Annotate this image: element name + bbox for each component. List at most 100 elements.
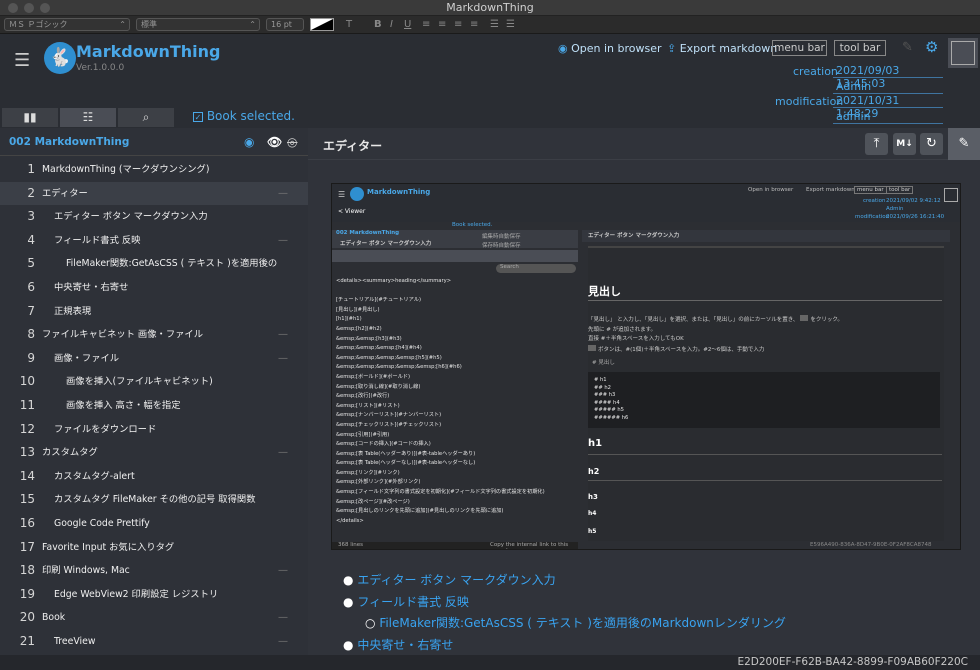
list-item[interactable]: ● エディター ボタン マークダウン入力 xyxy=(343,571,556,588)
tree-item[interactable]: 10 画像を挿入(ファイルキャビネット) xyxy=(0,370,308,394)
align-center-icon[interactable]: ≡ xyxy=(438,18,446,31)
bullet-icon: ● xyxy=(343,595,354,609)
tree-item[interactable]: 19 Edge WebView2 印刷設定 レジストリ xyxy=(0,583,308,607)
style-select[interactable]: 標準 ⌃ xyxy=(136,18,260,31)
tree-item[interactable]: 3 エディター ボタン マークダウン入力 xyxy=(0,205,308,229)
text-color-icon[interactable]: T xyxy=(346,18,352,31)
tree-item[interactable]: 4 フィールド書式 反映 — xyxy=(0,229,308,253)
code-line: &emsp;[チェックリスト](#チェックリスト) xyxy=(336,421,442,428)
collapse-icon[interactable]: — xyxy=(278,229,288,253)
window-title: MarkdownThing xyxy=(446,1,534,14)
minimize-window-icon[interactable] xyxy=(24,3,34,13)
close-window-icon[interactable] xyxy=(8,3,18,13)
panel-icon xyxy=(944,188,958,202)
tree-item-number: 11 xyxy=(19,398,35,412)
tree-item[interactable]: 12 ファイルをダウンロード xyxy=(0,418,308,442)
tree-item-number: 6 xyxy=(27,280,35,294)
inner-h3: h3 xyxy=(588,493,598,501)
tree-item[interactable]: 14 カスタムタグ-alert xyxy=(0,465,308,489)
align-left-icon[interactable]: ≡ xyxy=(422,18,430,31)
export-markdown-button[interactable]: ⇪ Export markdown xyxy=(667,42,777,55)
code-line: &emsp;[コードの挿入](#コードの挿入) xyxy=(336,441,431,448)
markdown-button[interactable]: M↓ xyxy=(893,133,916,155)
tree-item-number: 7 xyxy=(27,303,35,318)
tool-bar-button[interactable]: tool bar xyxy=(834,40,886,56)
inner-para-1a: 「見出し」 と入力し、「見出し」を選択、または、「見出し」の前にカーソルを置き、 xyxy=(588,317,799,323)
collapse-icon[interactable]: — xyxy=(278,559,288,583)
tab-books[interactable]: ▮▮ xyxy=(2,108,58,127)
circle-bullet-icon: ○ xyxy=(365,616,376,630)
collapse-icon[interactable]: — xyxy=(278,606,288,630)
list-item[interactable]: ○ FileMaker関数:GetAsCSS ( テキスト )を適用後のMark… xyxy=(365,614,786,631)
bullet-icon: ● xyxy=(343,638,354,652)
format-bar: ＭＳ Ｐゴシック ⌃ 標準 ⌃ 16 pt T B I U ≡ ≡ ≡ ≡ ☰ ☰ xyxy=(0,16,980,34)
collapse-icon[interactable]: — xyxy=(278,441,288,465)
font-select[interactable]: ＭＳ Ｐゴシック ⌃ xyxy=(4,18,130,31)
tree-item[interactable]: 15 カスタムタグ FileMaker その他の記号 取得関数 xyxy=(0,488,308,512)
collapse-icon[interactable]: — xyxy=(278,630,288,654)
modification-user: admin xyxy=(833,110,943,124)
tree-item-label: 印刷 Windows, Mac xyxy=(42,565,130,577)
tree-item[interactable]: 5 FileMaker関数:GetAsCSS ( テキスト )を適用後の xyxy=(0,252,308,276)
list-item-label: フィールド書式 反映 xyxy=(357,595,469,609)
app-name: MarkdownThing xyxy=(76,42,221,61)
tree-item[interactable]: 2 エディター — xyxy=(0,181,308,206)
inner-book-selected: Book selected. xyxy=(452,222,493,228)
tab-outline[interactable]: ☷ xyxy=(60,108,116,127)
inner-preview: 見出し 「見出し」 と入力し、「見出し」を選択、または、「見出し」の前にカーソル… xyxy=(588,246,944,541)
tree-item-label: カスタムタグ xyxy=(42,447,98,459)
collapse-icon[interactable]: — xyxy=(278,347,288,371)
tab-search[interactable]: ⌕ xyxy=(118,108,174,127)
inner-mod-date: 2021/09/26 16:21:40 xyxy=(886,214,945,220)
underline-button[interactable]: U xyxy=(404,18,411,31)
collapse-icon[interactable]: — xyxy=(278,182,288,206)
bold-button[interactable]: B xyxy=(374,18,382,31)
book-selected-checkbox[interactable]: ✓ Book selected. xyxy=(193,109,295,123)
hamburger-menu-icon: ☰ xyxy=(338,190,346,199)
inner-uuid: E596A490-836A-8D47-9B0E-0F2AF8CA8748 xyxy=(810,542,932,548)
color-swatch[interactable] xyxy=(310,18,334,31)
hamburger-menu-icon[interactable]: ☰ xyxy=(14,50,30,71)
tree-item[interactable]: 18 印刷 Windows, Mac — xyxy=(0,559,308,583)
open-in-browser-button[interactable]: ◉ Open in browser xyxy=(558,42,662,55)
tree-item[interactable]: 16 Google Code Prettify xyxy=(0,512,308,536)
code-line: &emsp;[表 Table(ヘッダーなし)](#表-tableヘッダーなし) xyxy=(336,460,476,467)
indent-icon[interactable]: ☰ xyxy=(506,18,515,31)
inner-option-1: 編集時自動保存 xyxy=(482,234,521,240)
align-justify-icon[interactable]: ≡ xyxy=(470,18,478,31)
edit-button[interactable]: ✎ xyxy=(948,128,980,160)
align-right-icon[interactable]: ≡ xyxy=(454,18,462,31)
pen-icon[interactable]: ✎ xyxy=(902,40,913,55)
list-item[interactable]: ● フィールド書式 反映 xyxy=(343,593,469,610)
code-block-line: ##### h5 xyxy=(594,407,624,413)
zoom-window-icon[interactable] xyxy=(40,3,50,13)
scroll-top-button[interactable]: ⤒ xyxy=(865,133,888,155)
list-item[interactable]: ● 中央寄せ・右寄せ xyxy=(343,636,453,653)
tree-item[interactable]: 17 Favorite Input お気に入りタグ xyxy=(0,536,308,560)
tree-item[interactable]: 20 Book — xyxy=(0,606,308,630)
tree-item[interactable]: 7 正規表現 xyxy=(0,300,308,324)
tree-item[interactable]: 21 TreeView — xyxy=(0,630,308,654)
menu-bar-button[interactable]: menu bar xyxy=(772,40,827,56)
inner-para-4-text: ボタンは、#(1個)＋半角スペースを入力。#2〜6個は、手動で入力 xyxy=(598,347,765,353)
tree-item[interactable]: 13 カスタムタグ — xyxy=(0,441,308,465)
tree-item[interactable]: 11 画像を挿入 高さ・幅を指定 xyxy=(0,394,308,418)
status-bar: E2D200EF-F62B-BA42-8899-F09AB60F220C xyxy=(0,655,980,670)
list-item-label: エディター ボタン マークダウン入力 xyxy=(357,573,556,587)
tree-item[interactable]: 6 中央寄せ・右寄せ xyxy=(0,276,308,300)
size-select[interactable]: 16 pt xyxy=(266,18,304,31)
italic-button[interactable]: I xyxy=(390,18,393,31)
tree-item[interactable]: 9 画像・ファイル — xyxy=(0,347,308,371)
open-in-browser-label: Open in browser xyxy=(571,42,662,55)
side-panel-button[interactable] xyxy=(948,38,978,68)
eye-icon[interactable]: 👁 xyxy=(267,128,282,156)
tree-item[interactable]: 1 MarkdownThing (マークダウンシング) xyxy=(0,158,308,182)
collapse-icon[interactable]: — xyxy=(278,323,288,347)
gear-icon[interactable]: ⚙ xyxy=(925,38,938,56)
globe-icon[interactable]: ◉ xyxy=(244,128,254,156)
line-spacing-icon[interactable]: ☰ xyxy=(490,18,499,31)
heading-button-icon xyxy=(800,315,809,321)
eye-off-icon[interactable]: ◎ xyxy=(287,128,297,156)
tree-item[interactable]: 8 ファイルキャビネット 画像・ファイル — xyxy=(0,323,308,347)
refresh-button[interactable]: ↻ xyxy=(920,133,943,155)
